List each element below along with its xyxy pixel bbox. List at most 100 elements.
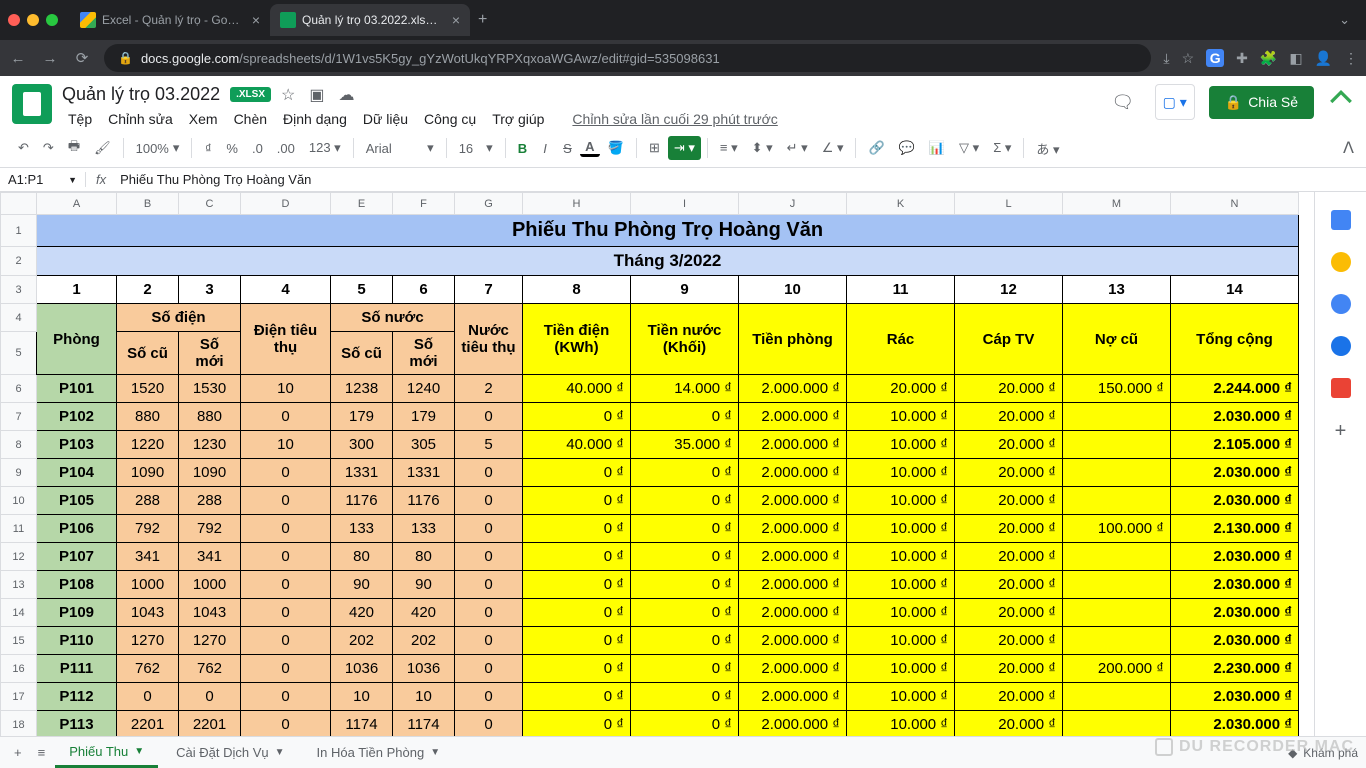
- sheets-logo-icon[interactable]: [12, 84, 52, 124]
- hdr-phong[interactable]: Phòng: [37, 304, 117, 375]
- col-number[interactable]: 8: [523, 276, 631, 304]
- format-currency-button[interactable]: ₫: [198, 137, 218, 160]
- row-header[interactable]: 10: [1, 487, 37, 515]
- table-row[interactable]: 14 P109 1043 1043 0 420 420 0 0 ₫ 0 ₫ 2.…: [1, 599, 1299, 627]
- table-row[interactable]: 6 P101 1520 1530 10 1238 1240 2 40.000 ₫…: [1, 375, 1299, 403]
- font-select[interactable]: Arial ▾: [360, 138, 440, 158]
- maps-icon[interactable]: [1331, 378, 1351, 398]
- browser-tab-sheets[interactable]: Quản lý trọ 03.2022.xlsx - Goo ×: [270, 4, 470, 36]
- menu-icon[interactable]: ⋮: [1344, 50, 1358, 67]
- comment-button[interactable]: 💬: [893, 136, 921, 160]
- hdr-nuoctieuthu[interactable]: Nước tiêu thụ: [455, 304, 523, 375]
- row-header[interactable]: 6: [1, 375, 37, 403]
- profile-icon[interactable]: 👤: [1315, 50, 1332, 67]
- row-header[interactable]: 14: [1, 599, 37, 627]
- row-header[interactable]: 8: [1, 431, 37, 459]
- borders-button[interactable]: ⊞: [643, 136, 666, 160]
- col-header[interactable]: B: [117, 193, 179, 215]
- col-header[interactable]: H: [523, 193, 631, 215]
- wrap-button[interactable]: ↵ ▾: [781, 136, 814, 160]
- hdr-nocu[interactable]: Nợ cũ: [1063, 304, 1171, 375]
- print-button[interactable]: 🖶: [62, 133, 86, 163]
- format-percent-button[interactable]: %: [220, 137, 244, 160]
- comments-icon[interactable]: 🗨: [1105, 84, 1141, 120]
- row-header[interactable]: 15: [1, 627, 37, 655]
- table-row[interactable]: 9 P104 1090 1090 0 1331 1331 0 0 ₫ 0 ₫ 2…: [1, 459, 1299, 487]
- table-row[interactable]: 15 P110 1270 1270 0 202 202 0 0 ₫ 0 ₫ 2.…: [1, 627, 1299, 655]
- menu-view[interactable]: Xem: [183, 109, 224, 129]
- menu-data[interactable]: Dữ liệu: [357, 109, 414, 129]
- hdr-sonuoc[interactable]: Số nước: [331, 304, 455, 332]
- functions-button[interactable]: Σ ▾: [987, 136, 1017, 160]
- sheet-tab-phieu-thu[interactable]: Phiếu Thu▼: [55, 738, 158, 768]
- col-number[interactable]: 14: [1171, 276, 1299, 304]
- sheet-subtitle[interactable]: Tháng 3/2022: [37, 247, 1299, 276]
- col-number[interactable]: 2: [117, 276, 179, 304]
- menu-insert[interactable]: Chèn: [228, 109, 273, 129]
- col-number[interactable]: 3: [179, 276, 241, 304]
- decrease-decimal-button[interactable]: .0: [246, 137, 269, 160]
- hdr-sodien[interactable]: Số điện: [117, 304, 241, 332]
- rotate-button[interactable]: ∠ ▾: [816, 136, 850, 160]
- star-icon[interactable]: ☆: [1182, 50, 1195, 67]
- fill-color-button[interactable]: 🪣: [602, 136, 630, 160]
- more-formats-select[interactable]: 123 ▾: [303, 138, 347, 158]
- input-tools-button[interactable]: あ ▾: [1030, 135, 1065, 162]
- row-header[interactable]: 2: [1, 247, 37, 276]
- col-number[interactable]: 5: [331, 276, 393, 304]
- row-header[interactable]: 7: [1, 403, 37, 431]
- filter-button[interactable]: ▽ ▾: [953, 136, 985, 160]
- col-number[interactable]: 12: [955, 276, 1063, 304]
- close-window[interactable]: [8, 14, 20, 26]
- col-number[interactable]: 11: [847, 276, 955, 304]
- col-header[interactable]: D: [241, 193, 331, 215]
- col-header[interactable]: K: [847, 193, 955, 215]
- hdr-rac[interactable]: Rác: [847, 304, 955, 375]
- bold-button[interactable]: B: [512, 137, 533, 160]
- sheet-title[interactable]: Phiếu Thu Phòng Trọ Hoàng Văn: [37, 215, 1299, 247]
- row-header[interactable]: 11: [1, 515, 37, 543]
- menu-tools[interactable]: Công cụ: [418, 109, 482, 129]
- text-color-button[interactable]: A: [580, 139, 600, 157]
- star-doc-icon[interactable]: ☆: [281, 85, 295, 105]
- all-sheets-button[interactable]: ≡: [32, 741, 52, 764]
- formula-input[interactable]: Phiếu Thu Phòng Trọ Hoàng Văn: [116, 172, 1366, 187]
- col-number[interactable]: 1: [37, 276, 117, 304]
- row-header[interactable]: 4: [1, 304, 37, 332]
- halign-button[interactable]: ≡ ▾: [714, 136, 744, 160]
- extensions-icon[interactable]: 🧩: [1260, 50, 1277, 67]
- table-row[interactable]: 8 P103 1220 1230 10 300 305 5 40.000 ₫ 3…: [1, 431, 1299, 459]
- hdr-tiennuoc[interactable]: Tiền nước (Khối): [631, 304, 739, 375]
- last-edit-link[interactable]: Chỉnh sửa lần cuối 29 phút trước: [566, 109, 783, 129]
- reload-button[interactable]: ⟳: [72, 49, 92, 67]
- col-header[interactable]: I: [631, 193, 739, 215]
- strike-button[interactable]: S: [557, 137, 578, 160]
- sheet-tab-in-hoa[interactable]: In Hóa Tiền Phòng▼: [303, 739, 455, 766]
- close-tab-icon[interactable]: ×: [452, 12, 460, 28]
- translate-icon[interactable]: G: [1206, 49, 1224, 67]
- table-row[interactable]: 7 P102 880 880 0 179 179 0 0 ₫ 0 ₫ 2.000…: [1, 403, 1299, 431]
- row-header[interactable]: 12: [1, 543, 37, 571]
- hdr-tiendien[interactable]: Tiền điện (KWh): [523, 304, 631, 375]
- italic-button[interactable]: I: [535, 137, 555, 160]
- paint-format-button[interactable]: 🖌: [88, 136, 117, 160]
- table-row[interactable]: 10 P105 288 288 0 1176 1176 0 0 ₫ 0 ₫ 2.…: [1, 487, 1299, 515]
- plus-extension-icon[interactable]: ✚: [1236, 50, 1248, 67]
- row-header[interactable]: 18: [1, 711, 37, 737]
- hdr-dientieuthu[interactable]: Điện tiêu thụ: [241, 304, 331, 375]
- col-number[interactable]: 9: [631, 276, 739, 304]
- back-button[interactable]: ←: [8, 50, 28, 67]
- col-number[interactable]: 7: [455, 276, 523, 304]
- spreadsheet-grid[interactable]: ABCDEFGHIJKLMN1Phiếu Thu Phòng Trọ Hoàng…: [0, 192, 1314, 736]
- col-header[interactable]: N: [1171, 193, 1299, 215]
- table-row[interactable]: 18 P113 2201 2201 0 1174 1174 0 0 ₫ 0 ₫ …: [1, 711, 1299, 737]
- menu-format[interactable]: Định dạng: [277, 109, 353, 129]
- hdr-captv[interactable]: Cáp TV: [955, 304, 1063, 375]
- row-header[interactable]: 5: [1, 332, 37, 375]
- col-header[interactable]: E: [331, 193, 393, 215]
- col-number[interactable]: 4: [241, 276, 331, 304]
- col-number[interactable]: 6: [393, 276, 455, 304]
- forward-button[interactable]: →: [40, 50, 60, 67]
- menu-help[interactable]: Trợ giúp: [486, 109, 550, 129]
- col-header[interactable]: F: [393, 193, 455, 215]
